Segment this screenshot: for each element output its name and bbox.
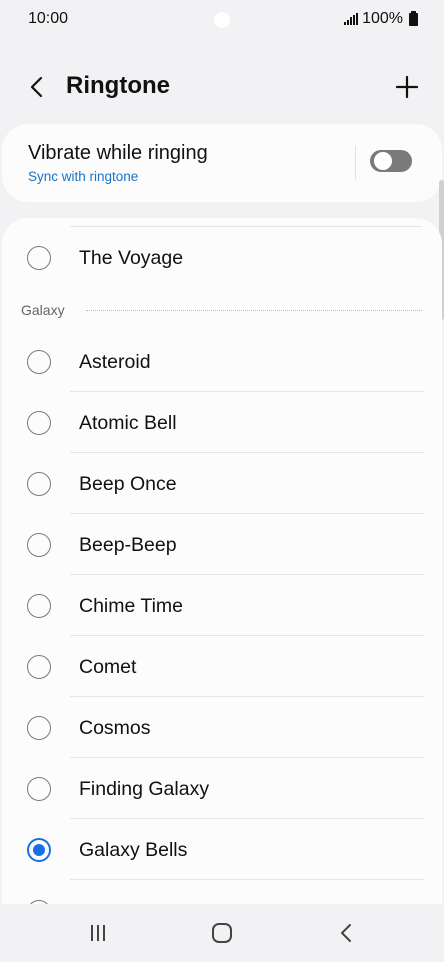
ringtone-item-finding-galaxy[interactable]: Finding Galaxy bbox=[2, 759, 442, 819]
row-divider bbox=[70, 391, 424, 392]
ringtone-label: Atomic Bell bbox=[79, 412, 177, 434]
battery-percent: 100% bbox=[362, 10, 403, 27]
row-divider bbox=[70, 452, 424, 453]
status-indicators: 100% bbox=[344, 10, 418, 28]
status-bar: 10:00 100% bbox=[0, 0, 444, 40]
ringtone-item-asteroid[interactable]: Asteroid bbox=[2, 332, 442, 392]
section-divider bbox=[86, 310, 422, 311]
radio-button[interactable] bbox=[27, 350, 51, 374]
ringtone-item-cosmos[interactable]: Cosmos bbox=[2, 698, 442, 758]
vibrate-card[interactable]: Vibrate while ringing Sync with ringtone bbox=[2, 124, 442, 202]
ringtone-label: The Voyage bbox=[79, 247, 184, 269]
radio-button[interactable] bbox=[27, 246, 51, 270]
recents-button[interactable] bbox=[78, 918, 118, 948]
battery-icon bbox=[409, 10, 418, 26]
ringtone-label: Beep-Beep bbox=[79, 534, 177, 556]
home-icon bbox=[212, 923, 232, 943]
plus-icon bbox=[395, 75, 419, 99]
ringtone-label: Asteroid bbox=[79, 351, 151, 373]
row-divider bbox=[70, 513, 424, 514]
navigation-bar bbox=[0, 904, 444, 962]
radio-button[interactable] bbox=[27, 411, 51, 435]
vibrate-toggle[interactable] bbox=[370, 150, 412, 172]
row-divider bbox=[70, 757, 424, 758]
back-nav-button[interactable] bbox=[326, 918, 366, 948]
ringtone-item-galaxy-bells[interactable]: Galaxy Bells bbox=[2, 820, 442, 880]
row-divider bbox=[70, 879, 424, 880]
vibrate-divider bbox=[355, 146, 356, 180]
ringtone-item-chime-time[interactable]: Chime Time bbox=[2, 576, 442, 636]
ringtone-item-beep-beep[interactable]: Beep-Beep bbox=[2, 515, 442, 575]
ringtone-item-atomic-bell[interactable]: Atomic Bell bbox=[2, 393, 442, 453]
chevron-left-icon bbox=[30, 76, 43, 98]
radio-button[interactable] bbox=[27, 777, 51, 801]
radio-button[interactable] bbox=[27, 716, 51, 740]
row-divider bbox=[70, 696, 424, 697]
toggle-knob bbox=[372, 150, 394, 172]
ringtone-list: The Voyage Galaxy Asteroid Atomic Bell B… bbox=[2, 218, 442, 904]
ringtone-label: Beep Once bbox=[79, 473, 177, 495]
section-label: Galaxy bbox=[21, 302, 65, 318]
row-divider bbox=[70, 818, 424, 819]
section-header-galaxy: Galaxy bbox=[2, 298, 442, 322]
vibrate-subtitle[interactable]: Sync with ringtone bbox=[28, 169, 138, 184]
radio-button[interactable] bbox=[27, 594, 51, 618]
radio-button[interactable] bbox=[27, 655, 51, 679]
page-title: Ringtone bbox=[66, 72, 170, 99]
status-time: 10:00 bbox=[28, 10, 69, 27]
header: Ringtone bbox=[0, 60, 444, 116]
ringtone-label: Finding Galaxy bbox=[79, 778, 210, 800]
ringtone-item-beep-once[interactable]: Beep Once bbox=[2, 454, 442, 514]
radio-button[interactable] bbox=[27, 533, 51, 557]
signal-icon bbox=[344, 13, 359, 25]
camera-cutout bbox=[214, 12, 230, 28]
add-ringtone-button[interactable] bbox=[390, 70, 424, 104]
ringtone-label: Chime Time bbox=[79, 595, 184, 617]
back-icon bbox=[341, 924, 351, 942]
ringtone-label: Cosmos bbox=[79, 717, 151, 739]
ringtone-item-the-voyage[interactable]: The Voyage bbox=[2, 228, 442, 288]
ringtone-label: Galaxy Bells bbox=[79, 839, 188, 861]
row-divider bbox=[70, 574, 424, 575]
radio-button[interactable] bbox=[27, 472, 51, 496]
vibrate-title: Vibrate while ringing bbox=[28, 142, 208, 164]
row-divider bbox=[70, 635, 424, 636]
row-divider bbox=[70, 226, 422, 227]
back-button[interactable] bbox=[20, 70, 54, 104]
ringtone-item-comet[interactable]: Comet bbox=[2, 637, 442, 697]
home-button[interactable] bbox=[202, 918, 242, 948]
recents-icon bbox=[91, 925, 105, 941]
radio-button-selected[interactable] bbox=[27, 838, 51, 862]
ringtone-label: Comet bbox=[79, 656, 137, 678]
